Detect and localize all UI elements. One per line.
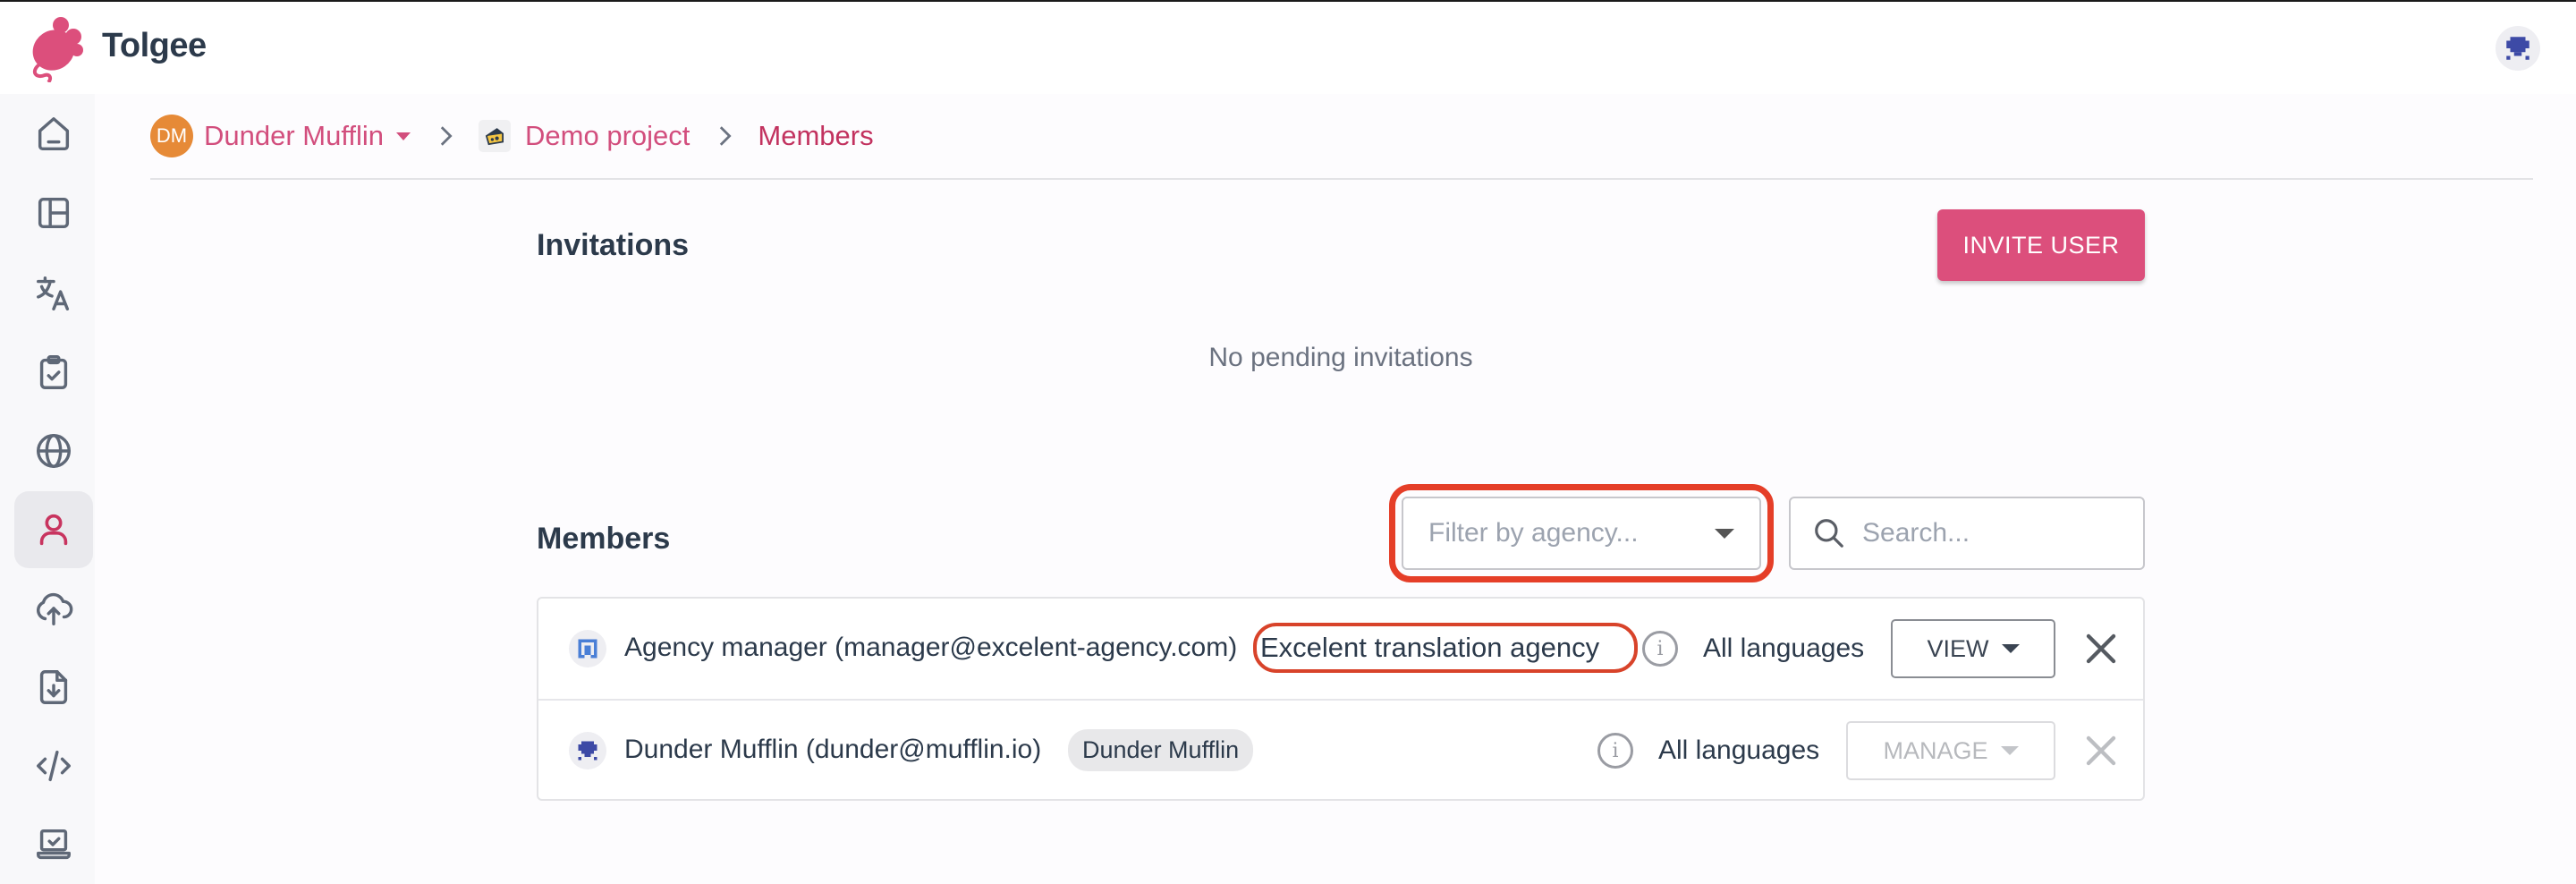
sidebar-item-integrate[interactable] (14, 806, 93, 883)
member-avatar (569, 732, 606, 769)
chevron-right-icon (440, 126, 453, 146)
info-icon[interactable]: i (1642, 631, 1678, 667)
pixel-avatar-icon (578, 639, 597, 659)
breadcrumb-org-link[interactable]: Dunder Mufflin (204, 120, 384, 152)
role-label: VIEW (1927, 634, 1989, 662)
no-invitations-message: No pending invitations (1208, 343, 1473, 372)
role-select-button: MANAGE (1846, 721, 2055, 780)
user-avatar-button[interactable] (2496, 26, 2540, 71)
sidebar-item-translations[interactable] (14, 255, 93, 332)
invitations-title: Invitations (537, 228, 690, 262)
sidebar-item-languages[interactable] (14, 412, 93, 489)
dropdown-arrow-icon (2001, 644, 2020, 653)
breadcrumb-project-link[interactable]: Demo project (525, 120, 690, 152)
remove-member-icon (2086, 735, 2116, 766)
breadcrumb-current[interactable]: Members (758, 120, 873, 152)
sidebar (0, 94, 95, 884)
code-icon (37, 750, 71, 782)
role-select-button[interactable]: VIEW (1891, 619, 2055, 678)
member-languages[interactable]: All languages (1658, 735, 1819, 766)
member-avatar (569, 630, 606, 667)
sidebar-item-export[interactable] (14, 649, 93, 726)
members-search-input[interactable] (1862, 518, 2113, 548)
tolgee-logo-icon[interactable] (27, 14, 86, 82)
translate-icon (37, 276, 70, 310)
pixel-avatar-icon (2506, 37, 2529, 60)
app-name[interactable]: Tolgee (102, 27, 207, 65)
layout-dashboard-icon (38, 197, 70, 229)
role-label: MANAGE (1883, 736, 1988, 764)
pixel-avatar-icon (578, 741, 597, 761)
agency-badge: Excelent translation agency (1260, 632, 1600, 663)
project-avatar-icon (479, 120, 512, 152)
sidebar-item-dashboard[interactable] (14, 174, 93, 251)
sidebar-item-developer[interactable] (14, 727, 93, 804)
breadcrumb-divider (150, 178, 2533, 180)
search-icon (1815, 519, 1843, 548)
cloud-upload-icon (37, 592, 73, 625)
org-switch-caret-icon[interactable] (396, 132, 411, 140)
org-avatar: DM (150, 115, 193, 157)
breadcrumb: DM Dunder Mufflin Demo project Members (150, 113, 874, 159)
member-languages[interactable]: All languages (1703, 633, 1864, 664)
dropdown-arrow-icon (2000, 746, 2019, 755)
user-icon (39, 514, 68, 546)
sidebar-item-home[interactable] (14, 96, 93, 173)
sidebar-item-tasks[interactable] (14, 334, 93, 411)
home-icon (38, 117, 70, 151)
members-table: Agency manager (manager@excelent-agency.… (537, 597, 2145, 801)
table-row: Agency manager (manager@excelent-agency.… (538, 599, 2143, 701)
organization-chip: Dunder Mufflin (1068, 729, 1254, 771)
info-icon[interactable]: i (1597, 733, 1633, 769)
dropdown-arrow-icon (1715, 528, 1734, 539)
member-name: Agency manager (manager@excelent-agency.… (624, 633, 1238, 662)
members-title: Members (537, 522, 671, 556)
remove-member-icon[interactable] (2083, 631, 2119, 667)
laptop-check-icon (37, 829, 71, 860)
agency-filter-select[interactable]: Filter by agency... (1402, 497, 1761, 570)
agency-filter-placeholder: Filter by agency... (1428, 518, 1639, 548)
file-download-icon (39, 670, 68, 704)
invite-user-button[interactable]: INVITE USER (1937, 209, 2145, 281)
members-search-field[interactable] (1789, 497, 2145, 570)
top-bar: Tolgee (0, 2, 2576, 94)
sidebar-item-members[interactable] (14, 491, 93, 568)
clipboard-check-icon (39, 355, 68, 389)
member-name: Dunder Mufflin (dunder@mufflin.io) (624, 735, 1042, 764)
table-row: Dunder Mufflin (dunder@mufflin.io) Dunde… (538, 701, 2143, 801)
globe-icon (37, 434, 71, 468)
sidebar-item-import[interactable] (14, 570, 93, 647)
chevron-right-icon (720, 126, 732, 146)
